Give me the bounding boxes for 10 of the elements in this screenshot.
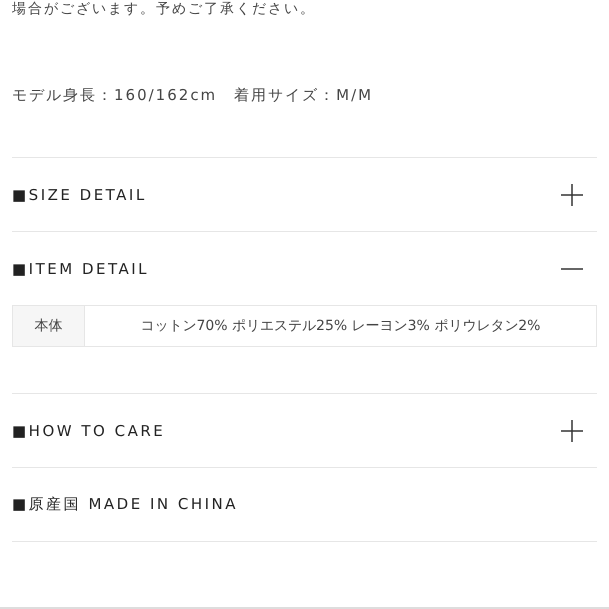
plus-icon[interactable] (561, 420, 583, 442)
table-header-cell: 本体 (13, 306, 85, 346)
section-title[interactable]: ■SIZE DETAIL (12, 186, 147, 204)
notice-text: 場合がございます。予めご了承ください。 (12, 0, 317, 18)
section-title: ■原産国 MADE IN CHINA (12, 495, 238, 514)
table-cell-text: コットン70% ポリエステル25% レーヨン3% ポリウレタン2% (139, 317, 542, 336)
section-title[interactable]: ■ITEM DETAIL (12, 260, 150, 278)
model-info-text: モデル身長：160/162cm 着用サイズ：M/M (12, 86, 374, 105)
section-title[interactable]: ■HOW TO CARE (12, 422, 166, 440)
plus-icon[interactable] (561, 184, 583, 206)
